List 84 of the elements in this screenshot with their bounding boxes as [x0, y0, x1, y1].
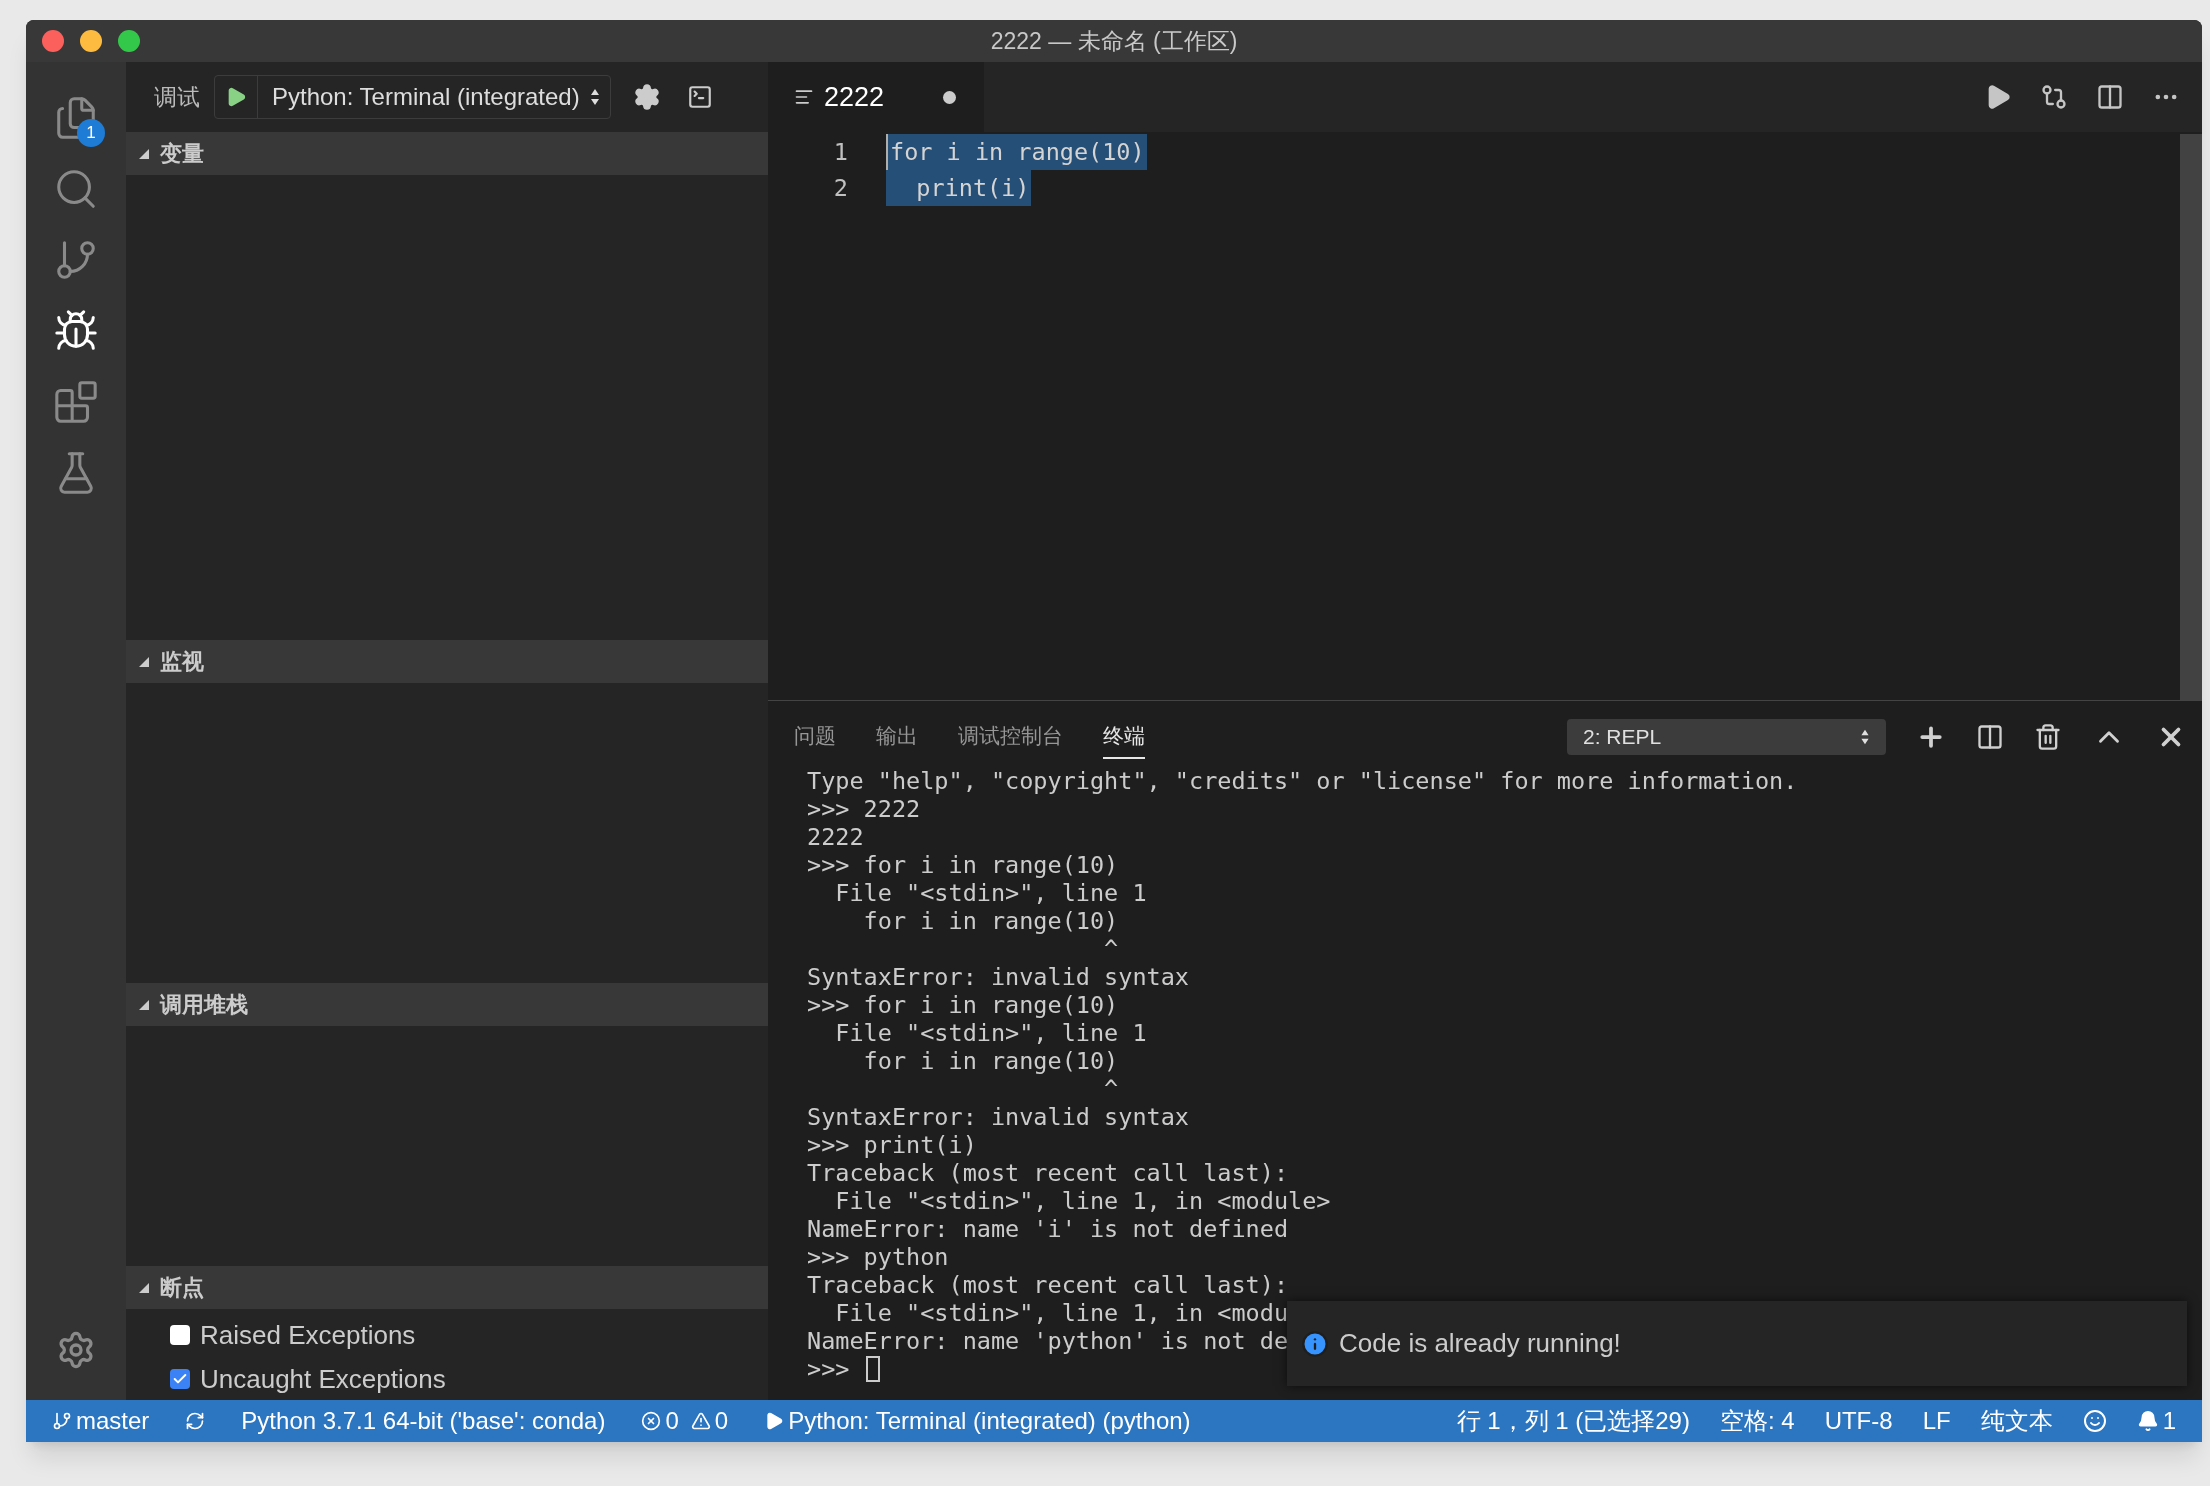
- badge: 1: [77, 119, 105, 147]
- status-item[interactable]: 行 1，列 1 (已选择29): [1456, 1403, 1690, 1439]
- terminal-line: File "<stdin>", line 1, in <module>: [834, 1187, 1331, 1215]
- breakpoint-item[interactable]: Raised Exceptions: [126, 1313, 768, 1357]
- warning-icon: [690, 1411, 711, 1431]
- checkbox[interactable]: [170, 1369, 190, 1389]
- expand-triangle-icon: [138, 998, 150, 1011]
- line-number: 1: [832, 137, 849, 168]
- debug-status[interactable]: Python: Terminal (integrated) (python): [764, 1403, 1191, 1439]
- terminal-line: NameError: name 'i' is not defined: [807, 1215, 1289, 1243]
- terminal-line: 2222: [807, 823, 864, 851]
- terminal-line: File "<stdin>", line 1, in <modu: [834, 1299, 1289, 1327]
- terminal-line: for i in range(10): [862, 907, 1119, 935]
- terminal-line: File "<stdin>", line 1: [834, 879, 1147, 907]
- smiley-icon[interactable]: [2082, 1409, 2107, 1433]
- terminal-line: >>> 2222: [807, 795, 921, 823]
- settings-icon[interactable]: [632, 83, 661, 111]
- breakpoint-item[interactable]: Uncaught Exceptions: [126, 1357, 768, 1401]
- branch-icon: [52, 1411, 72, 1431]
- debug-configuration-select[interactable]: Python: Terminal (integrated): [214, 75, 611, 119]
- blocks-icon[interactable]: [53, 378, 99, 425]
- branch-status[interactable]: master: [52, 1403, 150, 1439]
- panel-tab[interactable]: 终端: [1103, 715, 1145, 759]
- terminal-cursor: [865, 1356, 880, 1382]
- minimize-window-button[interactable]: [80, 30, 102, 52]
- terminal-line: >>> for i in range(10): [807, 851, 1119, 879]
- terminal-line: ^: [1103, 1075, 1119, 1103]
- section-title: 断点: [160, 1274, 204, 1302]
- expand-triangle-icon: [138, 147, 150, 160]
- terminal-line: Traceback (most recent call last):: [807, 1271, 1289, 1299]
- play-icon: [764, 1411, 785, 1431]
- scrollbar[interactable]: [2180, 134, 2202, 700]
- compare-icon[interactable]: [2040, 83, 2068, 111]
- terminal-line: ^: [1103, 935, 1119, 963]
- section-header[interactable]: 变量: [126, 132, 768, 175]
- section-header[interactable]: 调用堆栈: [126, 983, 768, 1026]
- section-title: 变量: [160, 140, 204, 168]
- expand-triangle-icon: [138, 655, 150, 668]
- terminal-line: NameError: name 'python' is not de: [807, 1327, 1289, 1355]
- split-editor-icon[interactable]: [2096, 83, 2124, 111]
- updown-icon: [589, 87, 600, 107]
- problems-status[interactable]: 0 0: [641, 1403, 729, 1439]
- terminal-select[interactable]: 2: REPL: [1567, 719, 1886, 755]
- debug-label: 调试: [154, 82, 200, 112]
- notifications-status[interactable]: 1: [2136, 1403, 2176, 1439]
- status-item[interactable]: 空格: 4: [1719, 1403, 1795, 1439]
- section-title: 监视: [160, 648, 204, 676]
- section-title: 调用堆栈: [160, 991, 248, 1019]
- terminal-line: Traceback (most recent call last):: [807, 1159, 1289, 1187]
- panel-tab[interactable]: 问题: [794, 715, 836, 759]
- file-lines-icon: [794, 87, 814, 107]
- close-window-button[interactable]: [42, 30, 64, 52]
- panel-tab[interactable]: 输出: [876, 715, 918, 759]
- terminal-line: >>> python: [807, 1243, 949, 1271]
- bell-icon: [2136, 1410, 2159, 1432]
- terminal-line: >>>: [807, 1355, 851, 1383]
- line-number: 2: [832, 173, 849, 204]
- section-header[interactable]: 监视: [126, 640, 768, 683]
- terminal-line: SyntaxError: invalid syntax: [807, 1103, 1189, 1131]
- status-item[interactable]: 纯文本: [1980, 1403, 2053, 1439]
- expand-triangle-icon: [138, 1281, 150, 1294]
- notification-message: Code is already running!: [1339, 1327, 1621, 1360]
- terminal-line: for i in range(10): [862, 1047, 1119, 1075]
- split-terminal-icon[interactable]: [1976, 723, 2004, 751]
- trash-icon[interactable]: [2034, 723, 2062, 751]
- info-icon: [1301, 1329, 1329, 1358]
- status-item[interactable]: Python 3.7.1 64-bit ('base': conda): [241, 1403, 606, 1439]
- window-title: 2222 — 未命名 (工作区): [990, 26, 1238, 56]
- editor-tab[interactable]: 2222: [768, 62, 984, 132]
- status-item[interactable]: LF: [1922, 1403, 1951, 1439]
- terminal-line: SyntaxError: invalid syntax: [807, 963, 1189, 991]
- terminal-line: >>> print(i): [807, 1131, 977, 1159]
- zoom-window-button[interactable]: [118, 30, 140, 52]
- terminal-line: Type "help", "copyright", "credits" or "license" for more information.: [807, 767, 1798, 795]
- status-item[interactable]: UTF-8: [1824, 1403, 1893, 1439]
- terminal-line: >>> for i in range(10): [807, 991, 1119, 1019]
- terminal-line: File "<stdin>", line 1: [834, 1019, 1147, 1047]
- updown-icon: [1860, 728, 1870, 746]
- terminal-icon[interactable]: [686, 84, 713, 110]
- checkbox[interactable]: [170, 1325, 190, 1345]
- sync-icon[interactable]: [185, 1411, 206, 1431]
- panel-tab[interactable]: 调试控制台: [958, 715, 1063, 759]
- error-icon: [641, 1411, 662, 1431]
- section-header[interactable]: 断点: [126, 1266, 768, 1309]
